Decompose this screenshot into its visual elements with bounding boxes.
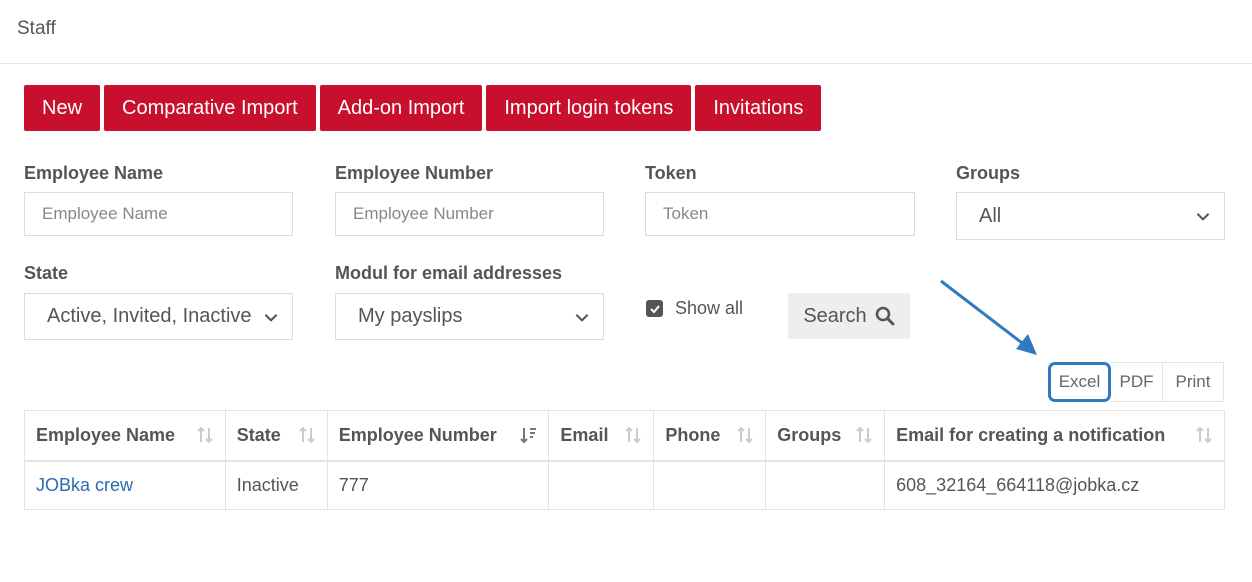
column-header-employee-number[interactable]: Employee Number (326, 410, 550, 462)
column-header-notification-email[interactable]: Email for creating a notification (884, 410, 1225, 462)
sort-icon (197, 426, 213, 444)
state-label: State (24, 263, 69, 283)
cell-employee-number: 777 (326, 460, 550, 510)
addon-import-button[interactable]: Add-on Import (319, 85, 483, 131)
column-header-groups[interactable]: Groups (765, 410, 886, 462)
column-header-employee-name[interactable]: Employee Name (24, 410, 226, 462)
annotation-arrow-icon (940, 279, 1037, 355)
state-select[interactable]: Active, Invited, Inactive (24, 293, 293, 340)
show-all-checkbox[interactable] (646, 300, 663, 317)
token-label: Token (645, 163, 697, 183)
sort-icon (625, 426, 642, 444)
check-icon (649, 304, 660, 313)
column-header-phone[interactable]: Phone (653, 410, 767, 462)
chevron-down-icon (575, 313, 589, 322)
groups-select[interactable]: All (956, 192, 1225, 240)
search-icon (875, 306, 895, 326)
sort-icon (1196, 426, 1212, 444)
modul-label: Modul for email addresses (335, 263, 563, 283)
excel-button[interactable]: Excel (1048, 362, 1111, 402)
invitations-button[interactable]: Invitations (695, 85, 822, 131)
table-header-row: Employee Name State Employee Number Emai… (24, 410, 1225, 462)
toolbar: New Comparative Import Add-on Import Imp… (24, 85, 822, 131)
cell-notification-email: 608_32164_664118@jobka.cz (884, 460, 1225, 510)
comparative-import-button[interactable]: Comparative Import (104, 85, 316, 131)
search-button[interactable]: Search (788, 293, 910, 339)
cell-groups (765, 460, 886, 510)
state-select-value: Active, Invited, Inactive (47, 305, 252, 327)
token-input[interactable] (645, 192, 915, 236)
import-login-tokens-button[interactable]: Import login tokens (486, 85, 692, 131)
employee-number-input[interactable] (335, 192, 604, 236)
modul-select-value: My payslips (358, 305, 463, 327)
column-header-email[interactable]: Email (548, 410, 655, 462)
show-all-toggle[interactable]: Show all (646, 298, 743, 319)
cell-email (548, 460, 655, 510)
table-row: JOBka crew Inactive 777 608_32164_664118… (24, 460, 1225, 510)
search-button-label: Search (803, 304, 867, 327)
sort-icon (737, 426, 753, 444)
employee-name-link[interactable]: JOBka crew (36, 475, 133, 495)
employee-name-input[interactable] (24, 192, 293, 236)
chevron-down-icon (264, 313, 278, 322)
sort-descending-icon (520, 428, 537, 444)
groups-select-value: All (979, 204, 1002, 227)
page-header: Staff (0, 0, 1252, 64)
show-all-label: Show all (675, 298, 744, 318)
modul-select[interactable]: My payslips (335, 293, 604, 340)
chevron-down-icon (1196, 213, 1210, 221)
column-header-state[interactable]: State (224, 410, 328, 462)
cell-state: Inactive (224, 460, 328, 510)
employee-number-label: Employee Number (335, 163, 494, 183)
sort-icon (856, 426, 872, 444)
export-buttons: Excel PDF Print (1048, 362, 1224, 402)
staff-table: Employee Name State Employee Number Emai… (24, 410, 1225, 510)
groups-label: Groups (956, 163, 1021, 183)
sort-icon (299, 426, 315, 444)
cell-employee-name[interactable]: JOBka crew (24, 460, 226, 510)
page-title: Staff (17, 18, 56, 39)
pdf-button[interactable]: PDF (1111, 362, 1163, 402)
print-button[interactable]: Print (1163, 362, 1224, 402)
new-button[interactable]: New (24, 85, 101, 131)
cell-phone (653, 460, 767, 510)
employee-name-label: Employee Name (24, 163, 164, 183)
